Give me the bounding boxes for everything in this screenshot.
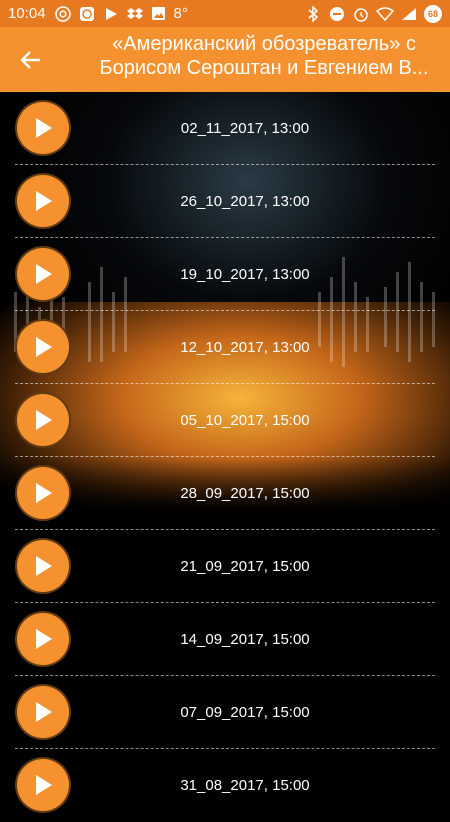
episode-date-label: 31_08_2017, 15:00 — [180, 777, 310, 794]
page-title: «Американский обозреватель» с Борисом Се… — [99, 33, 429, 79]
episode-row[interactable]: 02_11_2017, 13:00 — [15, 92, 435, 165]
arrow-left-icon — [20, 51, 40, 69]
play-store-icon — [102, 5, 120, 23]
back-button[interactable] — [16, 45, 46, 75]
episode-date-label: 21_09_2017, 15:00 — [180, 558, 310, 575]
episode-list: 02_11_2017, 13:00 26_10_2017, 13:00 19_10_… — [0, 92, 450, 822]
do-not-disturb-icon — [328, 5, 346, 23]
app-bar: «Американский обозреватель» с Борисом Се… — [0, 27, 450, 92]
episode-date-label: 12_10_2017, 13:00 — [180, 339, 310, 356]
episode-date-label: 14_09_2017, 15:00 — [180, 631, 310, 648]
temperature: 8° — [173, 5, 188, 22]
status-time: 10:04 — [8, 5, 46, 22]
alarm-icon — [352, 5, 370, 23]
episode-row[interactable]: 05_10_2017, 15:00 — [15, 384, 435, 457]
signal-icon — [400, 5, 418, 23]
wifi-icon — [376, 5, 394, 23]
bluetooth-icon — [304, 5, 322, 23]
episode-date-label: 26_10_2017, 13:00 — [180, 193, 310, 210]
episode-date-label: 07_09_2017, 15:00 — [180, 704, 310, 721]
episode-row[interactable]: 21_09_2017, 15:00 — [15, 530, 435, 603]
episode-date-label: 19_10_2017, 13:00 — [180, 266, 310, 283]
episode-row[interactable]: 19_10_2017, 13:00 — [15, 238, 435, 311]
dropbox-icon — [126, 5, 144, 23]
status-bar: 10:04 8° 68 — [0, 0, 450, 27]
episode-row[interactable]: 14_09_2017, 15:00 — [15, 603, 435, 676]
episode-row[interactable]: 28_09_2017, 15:00 — [15, 457, 435, 530]
battery-indicator: 68 — [424, 4, 442, 23]
episode-date-label: 02_11_2017, 13:00 — [180, 120, 310, 137]
episode-date-label: 28_09_2017, 15:00 — [180, 485, 310, 502]
episode-date-label: 05_10_2017, 15:00 — [180, 412, 310, 429]
face-app-icon — [78, 5, 96, 23]
episode-row[interactable]: 12_10_2017, 13:00 — [15, 311, 435, 384]
image-icon — [150, 5, 168, 23]
episode-row[interactable]: 31_08_2017, 15:00 — [15, 749, 435, 822]
chrome-icon — [54, 5, 72, 23]
episode-row[interactable]: 07_09_2017, 15:00 — [15, 676, 435, 749]
episode-row[interactable]: 26_10_2017, 13:00 — [15, 165, 435, 238]
